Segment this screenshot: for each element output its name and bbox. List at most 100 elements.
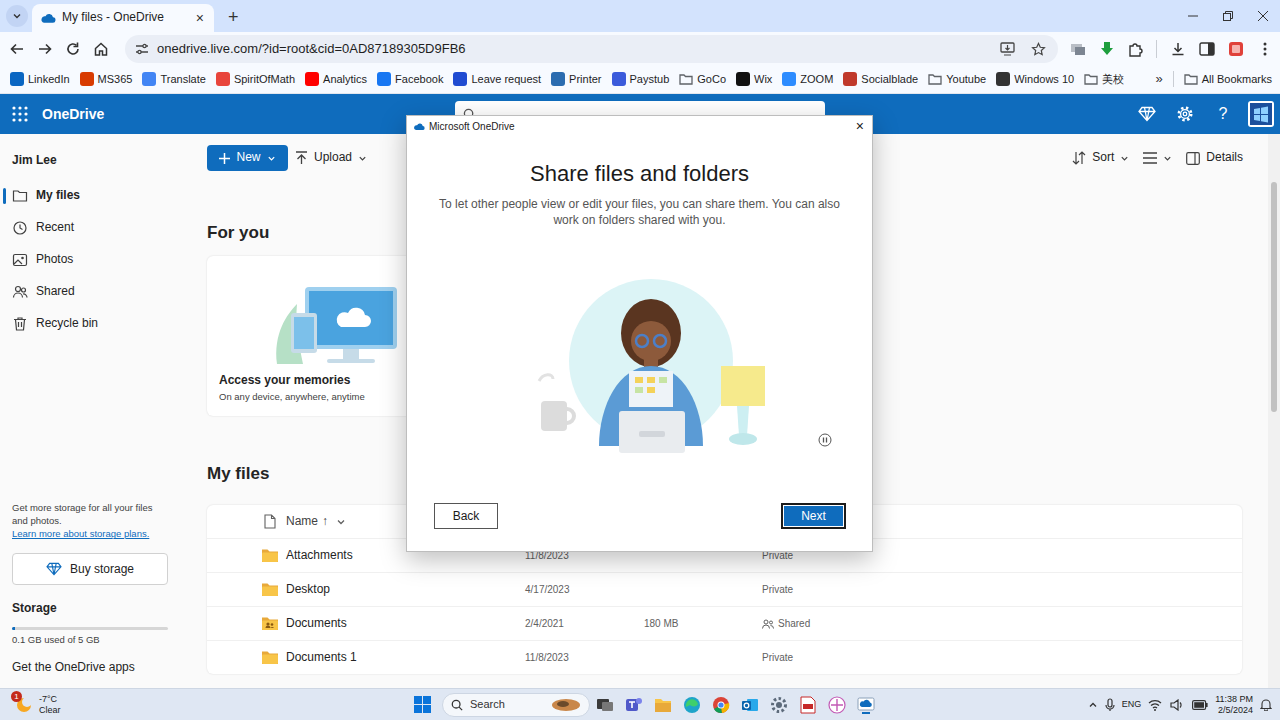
menu-kebab-icon[interactable] [1250,35,1279,63]
teams-app[interactable] [619,691,648,719]
browser-toolbar: onedrive.live.com/?id=root&cid=0AD871893… [0,32,1280,66]
bookmark[interactable]: LinkedIn [10,72,70,86]
new-tab-button[interactable]: + [228,8,239,26]
file-name[interactable]: Documents 1 [286,650,525,666]
bookmark[interactable]: Wix [736,72,772,86]
new-button[interactable]: New [207,145,288,171]
app-launcher-icon[interactable] [12,106,28,122]
scrollbar[interactable] [1268,134,1280,688]
file-name[interactable]: Desktop [286,582,525,598]
bookmark[interactable]: Facebook [377,72,443,86]
start-button[interactable] [408,691,437,719]
forward-button[interactable] [31,35,59,63]
sidebar: Jim Lee My filesRecentPhotosSharedRecycl… [0,134,181,688]
upload-button[interactable]: Upload [288,145,374,171]
bookmark[interactable]: Windows 10 [996,72,1074,86]
bookmark[interactable]: 美校 [1084,72,1124,86]
show-hidden-icons-icon[interactable] [1088,700,1098,710]
bookmark[interactable]: Analytics [305,72,367,86]
details-button[interactable]: Details [1179,145,1250,171]
bookmark[interactable]: Socialblade [843,72,918,86]
sidebar-item[interactable]: Recent [0,212,181,244]
sort-button[interactable]: Sort [1065,145,1136,171]
tab-list-button[interactable] [6,5,28,27]
task-view-app[interactable] [590,691,619,719]
storage-plans-link[interactable]: Learn more about storage plans. [12,527,169,540]
address-text[interactable]: onedrive.live.com/?id=root&cid=0AD871893… [157,41,466,58]
back-button[interactable] [3,35,31,63]
notification-bell-icon[interactable] [1260,698,1272,711]
edge-app[interactable] [677,691,706,719]
bookmark[interactable]: Printer [551,72,601,86]
get-apps-link[interactable]: Get the OneDrive apps [12,660,169,676]
dialog-button[interactable]: Next [781,503,846,529]
app-title[interactable]: OneDrive [42,105,104,123]
reload-button[interactable] [59,35,87,63]
bookmark[interactable]: Paystub [612,72,670,86]
premium-button[interactable] [1128,106,1166,122]
bookmark[interactable]: Youtube [928,72,986,86]
extensions-puzzle-icon[interactable] [1121,35,1150,63]
bookmark[interactable]: Leave request [453,72,541,86]
site-favicon-icon [80,72,94,86]
bookmark[interactable]: Translate [142,72,205,86]
bookmark-star-icon[interactable] [1031,42,1046,57]
sidebar-item[interactable]: Shared [0,276,181,308]
sidebar-item[interactable]: My files [0,180,181,212]
bookmark[interactable]: GoCo [679,72,726,86]
onedrive-app[interactable] [851,691,880,719]
dialog-title-bar: Microsoft OneDrive × [407,116,872,136]
scrollbar-thumb[interactable] [1271,182,1277,412]
restore-button[interactable] [1210,0,1245,32]
file-row[interactable]: Documents 111/8/2023Private [207,640,1242,674]
sidebar-nav: My filesRecentPhotosSharedRecycle bin [0,180,181,340]
dialog-close-button[interactable]: × [856,119,866,133]
sidebar-item[interactable]: Recycle bin [0,308,181,340]
help-button[interactable]: ? [1204,106,1242,122]
input-language[interactable]: ENG [1122,699,1142,711]
buy-storage-button[interactable]: Buy storage [12,553,168,585]
clock[interactable]: 11:38 PM 2/5/2024 [1215,694,1253,716]
taskbar-search[interactable]: Search [442,693,590,717]
side-panel-icon[interactable] [1192,35,1221,63]
install-app-icon[interactable] [1000,42,1015,56]
settings-app[interactable] [764,691,793,719]
weather-widget[interactable]: 1 -7°C Clear [0,694,408,716]
close-window-button[interactable] [1245,0,1280,32]
settings-button[interactable] [1166,105,1204,123]
bookmark[interactable]: ZOOM [782,72,833,86]
download-extension-icon[interactable] [1092,35,1121,63]
storage-meter-fill [12,627,15,630]
sidebar-item[interactable]: Photos [0,244,181,276]
bookmark[interactable]: SpiritOfMath [216,72,295,86]
bookmarks-bar: LinkedIn MS365 Translate SpiritOfMath Analyt… [0,66,1280,94]
tab-close-button[interactable]: × [194,11,206,25]
microphone-icon[interactable] [1105,698,1115,712]
chrome-app[interactable] [706,691,735,719]
photos-app[interactable] [822,691,851,719]
pause-animation-icon[interactable] [818,433,832,447]
address-bar[interactable]: onedrive.live.com/?id=root&cid=0AD871893… [125,35,1058,63]
quick-settings[interactable] [1148,699,1208,711]
pdf-app[interactable] [793,691,822,719]
file-name[interactable]: Documents [286,616,525,632]
file-explorer-app[interactable] [648,691,677,719]
file-row[interactable]: Documents2/4/2021180 MBShared [207,606,1242,640]
all-bookmarks-button[interactable]: All Bookmarks [1184,72,1272,86]
cast-extension-icon[interactable] [1063,35,1092,63]
view-options-button[interactable] [1136,145,1179,171]
outlook-app[interactable] [735,691,764,719]
file-row[interactable]: Desktop4/17/2023Private [207,572,1242,606]
more-bookmarks-button[interactable]: » [1155,71,1162,88]
downloads-icon[interactable] [1163,35,1192,63]
bookmark[interactable]: MS365 [80,72,133,86]
site-favicon-icon [736,72,750,86]
dialog-button[interactable]: Back [434,503,498,529]
home-button[interactable] [87,35,115,63]
browser-tab[interactable]: My files - OneDrive × [32,4,214,32]
minimize-button[interactable] [1175,0,1210,32]
account-button[interactable] [1242,101,1280,127]
profile-icon[interactable] [1221,35,1250,63]
list-view-icon [1143,152,1157,164]
minimize-icon [1188,11,1198,21]
